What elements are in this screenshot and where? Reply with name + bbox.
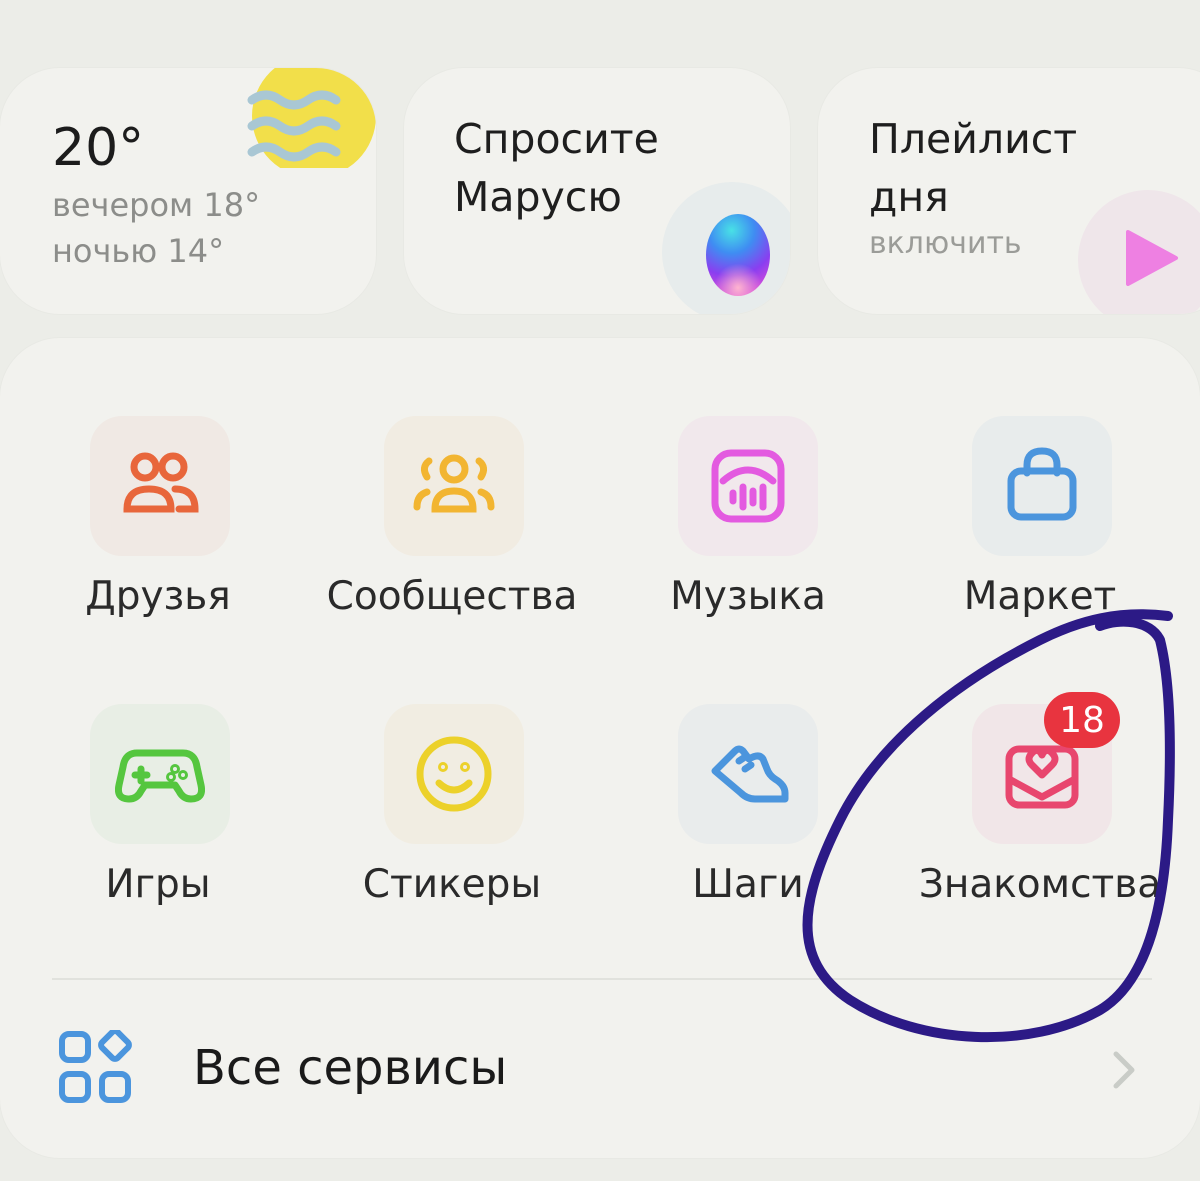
hand-drawn-circle-annotation xyxy=(802,609,1175,1043)
